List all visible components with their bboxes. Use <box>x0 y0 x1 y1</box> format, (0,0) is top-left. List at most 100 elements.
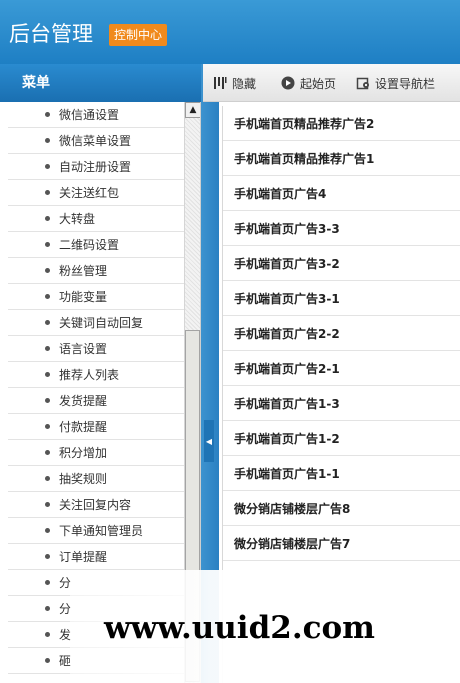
list-item-label: 微分销店铺楼层广告8 <box>234 501 351 516</box>
bullet-icon <box>45 502 50 507</box>
bullet-icon <box>45 606 50 611</box>
set-nav-button[interactable]: 设置导航栏 <box>356 64 435 102</box>
list-item[interactable]: 手机端首页广告4 <box>223 176 460 211</box>
list-item[interactable]: 微分销店铺楼层广告7 <box>223 526 460 561</box>
sidebar-item[interactable]: 功能变量 <box>8 284 184 310</box>
list-item-label: 手机端首页广告1-1 <box>234 466 340 481</box>
bullet-icon <box>45 398 50 403</box>
bullet-icon <box>45 216 50 221</box>
bullet-icon <box>45 138 50 143</box>
sidebar-item[interactable]: 付款提醒 <box>8 414 184 440</box>
sidebar-item-label: 二维码设置 <box>59 238 120 252</box>
bullet-icon <box>45 450 50 455</box>
sidebar-item[interactable]: 微信菜单设置 <box>8 128 184 154</box>
list-item[interactable]: 手机端首页广告2-2 <box>223 316 460 351</box>
scroll-up-arrow-icon[interactable]: ▲ <box>185 102 200 118</box>
bullet-icon <box>45 580 50 585</box>
sidebar-item[interactable]: 发货提醒 <box>8 388 184 414</box>
sidebar-item-label: 关键词自动回复 <box>59 316 144 330</box>
sidebar-item[interactable]: 抽奖规则 <box>8 466 184 492</box>
bullet-icon <box>45 424 50 429</box>
sidebar-item-label: 积分增加 <box>59 446 108 460</box>
list-item-label: 手机端首页广告3-1 <box>234 291 340 306</box>
sidebar-item[interactable]: 二维码设置 <box>8 232 184 258</box>
sidebar-item[interactable]: 粉丝管理 <box>8 258 184 284</box>
list-item[interactable]: 手机端首页精品推荐广告1 <box>223 141 460 176</box>
sidebar-item[interactable]: 自动注册设置 <box>8 154 184 180</box>
watermark-text: www.uuid2.com <box>104 610 375 646</box>
bullet-icon <box>45 268 50 273</box>
list-item-label: 手机端首页广告2-2 <box>234 326 340 341</box>
list-item[interactable]: 手机端首页广告1-1 <box>223 456 460 491</box>
bullet-icon <box>45 294 50 299</box>
bullet-icon <box>45 346 50 351</box>
sidebar-heading: 菜单 <box>0 64 203 102</box>
list-item-label: 手机端首页广告2-1 <box>234 361 340 376</box>
sidebar-item-label: 下单通知管理员 <box>59 524 144 538</box>
list-item[interactable]: 手机端首页广告3-3 <box>223 211 460 246</box>
sidebar-item-label: 微信菜单设置 <box>59 134 132 148</box>
control-center-badge[interactable]: 控制中心 <box>109 24 168 46</box>
home-label: 起始页 <box>300 76 337 91</box>
bullet-icon <box>45 372 50 377</box>
sidebar-item-label: 关注送红包 <box>59 186 120 200</box>
bullet-icon <box>45 164 50 169</box>
list-item[interactable]: 手机端首页精品推荐广告2 <box>223 106 460 141</box>
sidebar-item-label: 微信通设置 <box>59 108 120 122</box>
toolbar: 隐藏 起始页 设置导航栏 <box>203 64 460 102</box>
hide-icon <box>213 76 227 90</box>
list-item[interactable]: 手机端首页广告1-3 <box>223 386 460 421</box>
list-item[interactable]: 微分销店铺楼层广告8 <box>223 491 460 526</box>
sidebar-item-label: 订单提醒 <box>59 550 108 564</box>
set-nav-label: 设置导航栏 <box>375 76 436 91</box>
sidebar-item-label: 粉丝管理 <box>59 264 108 278</box>
sidebar-item-label: 功能变量 <box>59 290 108 304</box>
sidebar-item-label: 发货提醒 <box>59 394 108 408</box>
sidebar-item[interactable]: 关键词自动回复 <box>8 310 184 336</box>
list-item-label: 微分销店铺楼层广告7 <box>234 536 351 551</box>
list-item[interactable]: 手机端首页广告1-2 <box>223 421 460 456</box>
list-item[interactable]: 手机端首页广告3-2 <box>223 246 460 281</box>
bullet-icon <box>45 242 50 247</box>
bullet-icon <box>45 528 50 533</box>
bullet-icon <box>45 658 50 663</box>
sidebar-item[interactable]: 积分增加 <box>8 440 184 466</box>
sidebar-item[interactable]: 大转盘 <box>8 206 184 232</box>
collapse-sidebar-icon[interactable]: ◀ <box>204 420 214 462</box>
bullet-icon <box>45 320 50 325</box>
sidebar-item-label: 大转盘 <box>59 212 96 226</box>
watermark-overlay: www.uuid2.com <box>70 570 460 683</box>
sidebar-item-label: 语言设置 <box>59 342 108 356</box>
bullet-icon <box>45 112 50 117</box>
sidebar-item[interactable]: 下单通知管理员 <box>8 518 184 544</box>
sidebar-item[interactable]: 订单提醒 <box>8 544 184 570</box>
sidebar-item[interactable]: 关注送红包 <box>8 180 184 206</box>
bullet-icon <box>45 554 50 559</box>
list-item-label: 手机端首页广告1-2 <box>234 431 340 446</box>
list-item[interactable]: 手机端首页广告2-1 <box>223 351 460 386</box>
sidebar-item[interactable]: 推荐人列表 <box>8 362 184 388</box>
bullet-icon <box>45 190 50 195</box>
list-item-label: 手机端首页广告4 <box>234 186 327 201</box>
home-button[interactable]: 起始页 <box>281 64 336 102</box>
bullet-icon <box>45 476 50 481</box>
app-header: 后台管理 控制中心 <box>0 0 460 64</box>
sidebar-item[interactable]: 语言设置 <box>8 336 184 362</box>
list-item[interactable]: 手机端首页广告3-1 <box>223 281 460 316</box>
list-item-label: 手机端首页精品推荐广告2 <box>234 116 375 131</box>
list-item-label: 手机端首页广告1-3 <box>234 396 340 411</box>
sidebar-item[interactable]: 微信通设置 <box>8 102 184 128</box>
list-item-label: 手机端首页广告3-2 <box>234 256 340 271</box>
sidebar-item-label: 推荐人列表 <box>59 368 120 382</box>
list-item-label: 手机端首页精品推荐广告1 <box>234 151 375 166</box>
list-item-label: 手机端首页广告3-3 <box>234 221 340 236</box>
sidebar-item-label: 抽奖规则 <box>59 472 108 486</box>
hide-label: 隐藏 <box>232 76 257 91</box>
app-title: 后台管理 <box>9 22 93 46</box>
sidebar-item-label: 关注回复内容 <box>59 498 132 512</box>
play-icon <box>281 76 295 90</box>
sidebar-item-label: 付款提醒 <box>59 420 108 434</box>
hide-button[interactable]: 隐藏 <box>213 64 256 102</box>
settings-icon <box>356 76 370 90</box>
sidebar-item[interactable]: 关注回复内容 <box>8 492 184 518</box>
